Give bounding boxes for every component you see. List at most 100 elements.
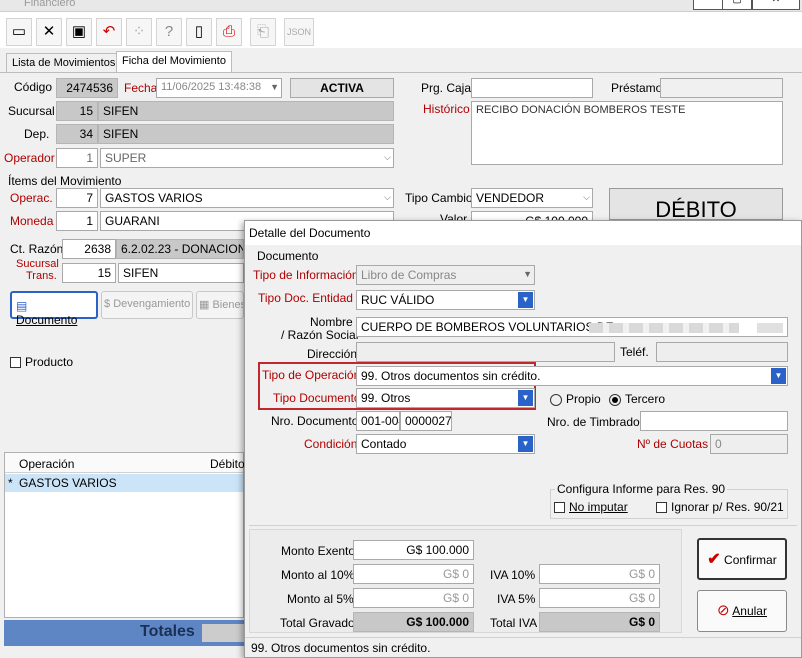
total-iva-field: G$ 0 <box>539 612 660 632</box>
iva-10-label: IVA 10% <box>490 568 536 582</box>
nombre-field[interactable]: CUERPO DE BOMBEROS VOLUNTARIOS DE <box>356 317 788 337</box>
debito-indicator: DÉBITO <box>609 188 783 220</box>
divider <box>249 525 797 526</box>
detalle-documento-dialog: Detalle del Documento Documento Tipo de … <box>244 220 802 658</box>
grid-header: Operación Débito <box>5 453 245 473</box>
iva-10-field[interactable]: G$ 0 <box>539 564 660 584</box>
tipo-info-select[interactable]: Libro de Compras ▼ <box>356 265 535 285</box>
monto-10-label: Monto al 10% <box>281 568 355 582</box>
monto-10-field[interactable]: G$ 0 <box>353 564 474 584</box>
historico-field[interactable]: RECIBO DONACIÓN BOMBEROS TESTE <box>471 101 783 165</box>
anular-button[interactable]: ⊘ Anular <box>697 590 787 632</box>
codigo-label: Código <box>14 80 53 94</box>
tipo-documento-select[interactable]: 99. Otros ▼ <box>356 388 535 408</box>
sucursal-name: SIFEN <box>98 101 394 121</box>
telef-field[interactable] <box>656 342 788 362</box>
chevron-down-icon: ⌵ <box>583 192 590 202</box>
anular-label: Anular <box>732 604 767 618</box>
bienes-button[interactable]: ▦ Bienes <box>196 291 244 319</box>
operac-num[interactable]: 7 <box>56 188 98 208</box>
operador-num[interactable]: 1 <box>56 148 98 168</box>
row-operacion: GASTOS VARIOS <box>19 476 117 490</box>
save-icon[interactable]: ▣ <box>66 18 92 46</box>
tipo-operacion-select[interactable]: 99. Otros documentos sin crédito. ▼ <box>356 366 788 386</box>
json-icon[interactable]: JSON <box>284 18 314 46</box>
nro-documento-label: Nro. Documento <box>271 414 359 428</box>
sucursal-trans-name[interactable]: SIFEN <box>118 263 244 283</box>
monto-5-label: Monto al 5% <box>287 592 354 606</box>
total-iva-label: Total IVA <box>490 616 538 630</box>
nro-doc-numero-field[interactable]: 0000027 <box>400 411 452 431</box>
operador-select[interactable]: SUPER ⌵ <box>100 148 394 168</box>
print-icon[interactable]: ⎙ <box>216 18 242 46</box>
prg-caja-label: Prg. Caja <box>421 81 472 95</box>
sucursal-trans-num[interactable]: 15 <box>62 263 116 283</box>
historico-label: Histórico <box>423 102 470 116</box>
telef-label: Teléf. <box>620 345 649 359</box>
producto-checkbox[interactable]: Producto <box>10 355 73 369</box>
ignorar-label: Ignorar p/ Res. 90/21 <box>671 500 784 514</box>
monto-exento-field[interactable]: G$ 100.000 <box>353 540 474 560</box>
dollar-icon: $ <box>104 298 111 310</box>
help-icon[interactable]: ? <box>156 18 182 46</box>
iva-5-field[interactable]: G$ 0 <box>539 588 660 608</box>
tab-lista-movimientos[interactable]: Lista de Movimientos <box>6 53 122 73</box>
ct-razon-num[interactable]: 2638 <box>62 239 116 259</box>
no-imputar-label: No imputar <box>569 500 628 514</box>
radio-icon <box>550 393 562 406</box>
documento-button[interactable]: ▤ Documento <box>10 291 98 327</box>
ignorar-checkbox[interactable]: Ignorar p/ Res. 90/21 <box>656 500 784 514</box>
dep-num: 34 <box>56 124 98 144</box>
operac-select[interactable]: GASTOS VARIOS ⌵ <box>100 188 394 208</box>
propio-radio[interactable]: Propio <box>550 392 601 406</box>
tipo-cambio-label: Tipo Cambio <box>405 191 473 205</box>
monto-5-field[interactable]: G$ 0 <box>353 588 474 608</box>
prestamo-label: Préstamo <box>611 81 663 95</box>
maximize-button[interactable]: ▢ <box>722 0 752 10</box>
prg-caja-field[interactable] <box>471 78 593 98</box>
fecha-label: Fecha <box>124 81 158 95</box>
prestamo-field[interactable] <box>660 78 783 98</box>
confirmar-button[interactable]: ✔ Confirmar <box>697 538 787 580</box>
tercero-radio[interactable]: Tercero <box>609 392 665 406</box>
direccion-field[interactable] <box>356 342 615 362</box>
tipo-doc-entidad-select[interactable]: RUC VÁLIDO ▼ <box>356 290 535 310</box>
operador-value: SUPER <box>105 151 147 165</box>
undo-icon[interactable]: ↶ <box>96 18 122 46</box>
tipo-info-label: Tipo de Información <box>253 268 359 282</box>
exit-icon[interactable]: ▯ <box>186 18 212 46</box>
fecha-field[interactable]: 11/06/2025 13:48:38 ▼ <box>156 78 282 98</box>
minimize-button[interactable]: — <box>693 0 723 10</box>
codigo-field: 2474536 <box>56 78 118 98</box>
no-imputar-checkbox[interactable]: No imputar <box>554 500 628 514</box>
nro-doc-serie-field[interactable]: 001-004 <box>356 411 400 431</box>
devengamiento-button[interactable]: $ Devengamiento <box>101 291 193 319</box>
fecha-value: 11/06/2025 13:48:38 <box>161 81 262 93</box>
tab-ficha-movimiento[interactable]: Ficha del Movimiento <box>116 51 232 73</box>
tipo-cambio-select[interactable]: VENDEDOR ⌵ <box>471 188 593 208</box>
nombre-value: CUERPO DE BOMBEROS VOLUNTARIOS DE <box>361 320 614 334</box>
export-icon[interactable]: ⎗ <box>250 18 276 46</box>
propio-label: Propio <box>566 392 601 406</box>
cuotas-label: Nº de Cuotas <box>637 437 709 451</box>
nro-timbrado-field[interactable] <box>640 411 788 431</box>
sucursal-trans-label: Sucursal <box>16 258 59 270</box>
items-grid: Operación Débito * GASTOS VARIOS <box>4 452 245 618</box>
grid-header-operacion: Operación <box>19 457 75 471</box>
items-label: Ítems del Movimiento <box>8 174 122 188</box>
new-icon[interactable]: ▭ <box>6 18 32 46</box>
total-gravado-field: G$ 100.000 <box>353 612 474 632</box>
totales-value <box>202 624 244 642</box>
close-window-button[interactable]: ✕ <box>752 0 800 10</box>
cuotas-field[interactable]: 0 <box>710 434 788 454</box>
tipo-operacion-label: Tipo de Operación <box>262 368 361 382</box>
dep-label: Dep. <box>24 127 50 141</box>
delete-icon[interactable]: ✕ <box>36 18 62 46</box>
grid-header-debito: Débito <box>210 457 245 471</box>
bienes-button-label: Bienes <box>212 299 244 311</box>
magic-icon[interactable]: ⁘ <box>126 18 152 46</box>
confirmar-label: Confirmar <box>724 553 777 567</box>
table-row[interactable]: * GASTOS VARIOS <box>5 474 243 492</box>
condicion-select[interactable]: Contado ▼ <box>356 434 535 454</box>
moneda-num[interactable]: 1 <box>56 211 98 231</box>
